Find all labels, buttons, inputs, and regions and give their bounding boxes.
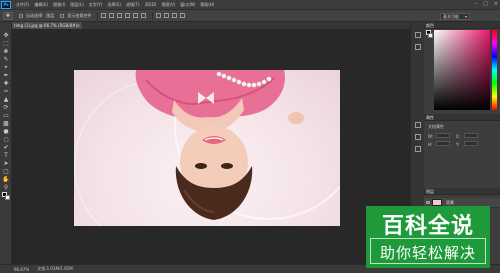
layers-panel-tab[interactable]: 图层 [424, 188, 500, 195]
align-center-icon[interactable] [133, 13, 139, 18]
crop-tool-icon[interactable]: ⌖ [2, 64, 10, 71]
width-field[interactable] [436, 133, 450, 138]
character-panel-icon[interactable] [415, 146, 421, 152]
menu-select[interactable]: 选择(S) [107, 2, 121, 8]
hand-tool-icon[interactable]: ✋ [2, 176, 10, 183]
zoom-level[interactable]: 66.67% [14, 267, 29, 272]
shape-tool-icon[interactable]: ▢ [2, 168, 10, 175]
panel-background-swatch[interactable] [428, 33, 433, 38]
distribute-icon[interactable] [164, 13, 170, 18]
auto-select-checkbox[interactable] [19, 13, 23, 18]
menu-window[interactable]: 窗口(W) [180, 2, 195, 8]
document-tab[interactable]: timg (1).jpg @ 66.7% (RGB/8#) × [12, 22, 82, 29]
properties-panel-icon[interactable] [415, 122, 421, 128]
quick-select-tool-icon[interactable]: ✎ [2, 56, 10, 63]
background-color-swatch[interactable] [5, 195, 10, 200]
canvas-area[interactable] [12, 29, 410, 264]
align-top-icon[interactable] [101, 13, 107, 18]
menu-bar: Ps 文件(F) 编辑(E) 图像(I) 图层(L) 文字(Y) 选择(S) 滤… [0, 0, 500, 9]
distribute-icon[interactable] [172, 13, 178, 18]
layer-thumbnail [432, 199, 442, 206]
document-tab-title: timg (1).jpg @ 66.7% (RGB/8#) [14, 23, 78, 28]
hue-slider[interactable] [492, 30, 497, 110]
dodge-tool-icon[interactable]: ○ [2, 136, 10, 143]
properties-panel-tab[interactable]: 属性 [424, 114, 500, 121]
history-brush-tool-icon[interactable]: ⟳ [2, 104, 10, 111]
width-label: W: [428, 134, 434, 139]
brush-tool-icon[interactable]: ✑ [2, 88, 10, 95]
window-controls: – □ × [475, 1, 498, 7]
eye-icon[interactable] [426, 201, 430, 204]
photoshop-logo: Ps [1, 0, 11, 9]
blur-tool-icon[interactable]: ● [2, 128, 10, 135]
gradient-tool-icon[interactable]: ▩ [2, 120, 10, 127]
auto-select-target[interactable]: 图层 [46, 13, 54, 19]
align-right-icon[interactable] [141, 13, 147, 18]
lasso-tool-icon[interactable]: ❀ [2, 48, 10, 55]
minimize-icon[interactable]: – [475, 1, 478, 7]
align-left-icon[interactable] [125, 13, 131, 18]
properties-subtitle: 文档属性 [428, 124, 444, 129]
menu-edit[interactable]: 编辑(E) [34, 2, 48, 8]
healing-brush-tool-icon[interactable]: ✚ [2, 80, 10, 87]
watermark-badge: 百科全说 助你轻松解决 [366, 206, 490, 268]
zoom-tool-icon[interactable]: ⚲ [2, 184, 10, 191]
menu-file[interactable]: 文件(F) [16, 2, 29, 8]
document-image[interactable] [74, 70, 340, 226]
clone-stamp-tool-icon[interactable]: ▲ [2, 96, 10, 103]
align-bottom-icon[interactable] [117, 13, 123, 18]
y-field[interactable] [464, 141, 478, 146]
menu-filter[interactable]: 滤镜(T) [126, 2, 140, 8]
upside-down-portrait [135, 70, 304, 220]
document-info: 文档:1.01M/1.01M [37, 266, 73, 271]
show-transform-checkbox[interactable] [60, 13, 65, 18]
adjustments-panel-icon[interactable] [415, 134, 421, 140]
watermark-title: 百科全说 [381, 214, 474, 239]
show-transform-label: 显示变换控件 [67, 12, 92, 18]
actions-panel-icon[interactable] [415, 44, 421, 50]
divider [152, 11, 154, 20]
menu-3d[interactable]: 3D(D) [145, 2, 157, 7]
watermark-subtitle: 助你轻松解决 [379, 244, 476, 262]
close-icon[interactable]: × [494, 1, 498, 7]
path-selection-tool-icon[interactable]: ➤ [2, 160, 10, 167]
y-label: Y: [456, 142, 460, 147]
marquee-tool-icon[interactable]: ⬚ [2, 40, 10, 47]
maximize-icon[interactable]: □ [483, 1, 488, 7]
move-tool-icon[interactable]: ✥ [2, 32, 10, 39]
pen-tool-icon[interactable]: ✔ [2, 144, 10, 151]
distribute-icon[interactable] [180, 13, 186, 18]
history-panel-icon[interactable] [415, 32, 421, 38]
menu-image[interactable]: 图像(I) [53, 2, 65, 8]
divider [97, 11, 99, 20]
align-middle-icon[interactable] [109, 13, 115, 18]
menu-layer[interactable]: 图层(L) [70, 2, 83, 8]
chevron-down-icon: ▾ [464, 14, 467, 19]
eyedropper-tool-icon[interactable]: ✒ [2, 72, 10, 79]
type-tool-icon[interactable]: T [2, 152, 10, 159]
height-label: H: [428, 142, 433, 147]
x-label: X: [456, 134, 461, 139]
menu-view[interactable]: 视图(V) [161, 2, 175, 8]
workspace-switcher[interactable]: 基本功能 ▾ [440, 13, 470, 20]
color-picker-field[interactable] [434, 30, 490, 110]
x-field[interactable] [464, 133, 478, 138]
options-bar: ✥ 自动选择: 图层 显示变换控件 基本功能 ▾ [0, 9, 500, 22]
menu-help[interactable]: 帮助(H) [200, 2, 214, 8]
menu-type[interactable]: 文字(Y) [89, 2, 103, 8]
document-tab-bar: timg (1).jpg @ 66.7% (RGB/8#) × [12, 22, 410, 29]
height-field[interactable] [436, 141, 450, 146]
auto-select-label: 自动选择: [26, 12, 44, 18]
move-tool-preset[interactable]: ✥ [3, 11, 13, 20]
tools-panel: ✥ ⬚ ❀ ✎ ⌖ ✒ ✚ ✑ ▲ ⟳ ▭ ▩ ● ○ ✔ T ➤ ▢ ✋ ⚲ [0, 22, 12, 264]
eraser-tool-icon[interactable]: ▭ [2, 112, 10, 119]
distribute-icon[interactable] [156, 13, 162, 18]
color-panel-tab[interactable]: 颜色 [424, 22, 500, 29]
close-icon[interactable]: × [77, 22, 80, 29]
workspace-label: 基本功能 [443, 14, 459, 19]
